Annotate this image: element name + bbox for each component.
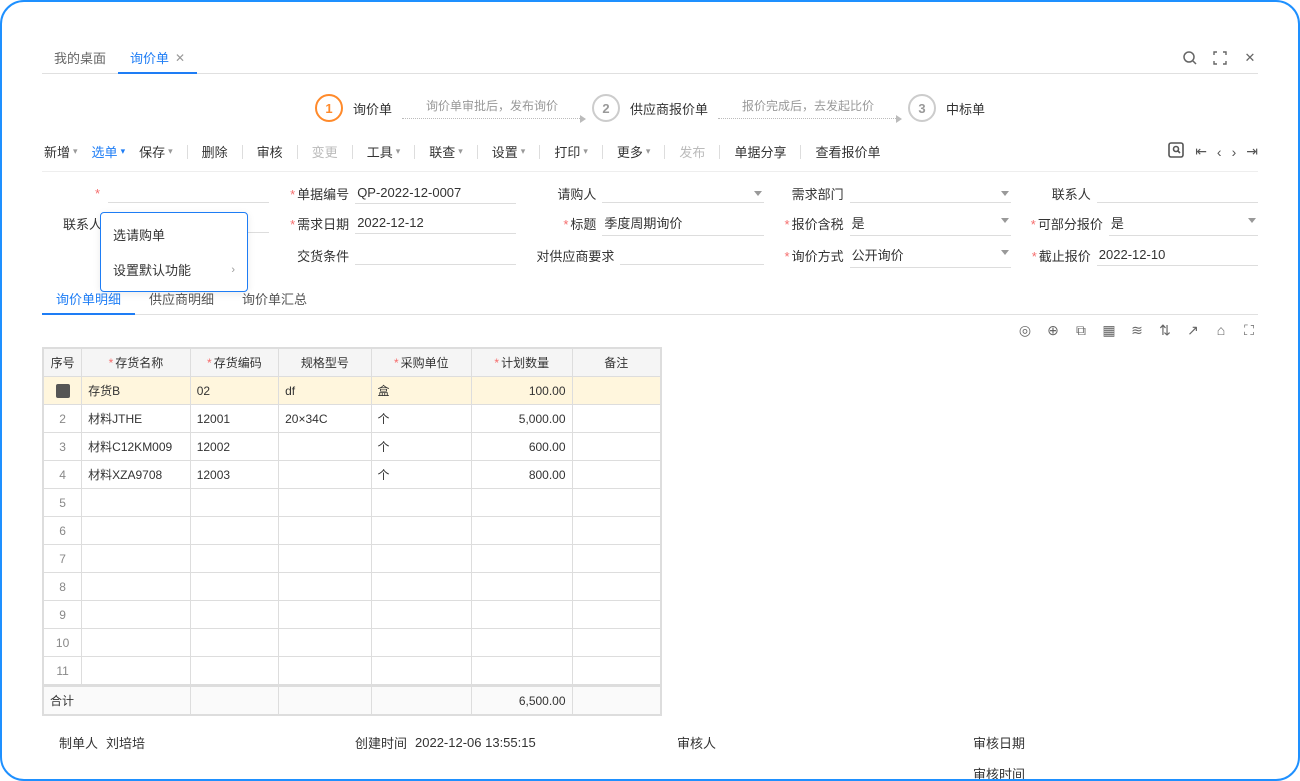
col-name[interactable]: *存货名称: [82, 349, 191, 377]
col-unit[interactable]: *采购单位: [371, 349, 471, 377]
filter-icon[interactable]: ≋: [1128, 321, 1146, 339]
partial-field[interactable]: 是: [1109, 210, 1258, 236]
arrow-icon: [402, 118, 582, 119]
viewquote-button[interactable]: 查看报价单: [815, 142, 880, 161]
step-1: 1 询价单: [315, 94, 392, 122]
tab-inquiry[interactable]: 询价单 ✕: [118, 42, 197, 73]
toolbar: 新增▾ 选单▾ 保存▾ 删除 审核 变更 工具▾ 联查▾ 设置▾ 打印▾ 更多▾…: [42, 136, 1258, 172]
step-2: 2 供应商报价单: [592, 94, 708, 122]
tool-button[interactable]: 工具▾: [367, 142, 401, 161]
arrow-icon: [718, 118, 898, 119]
total-row: 合计 6,500.00: [42, 685, 662, 716]
table-row[interactable]: 9: [44, 601, 661, 629]
last-icon[interactable]: ⇥: [1246, 143, 1258, 160]
dept-field[interactable]: [850, 183, 1011, 203]
step-hint-1: 询价单审批后，发布询价: [426, 97, 558, 114]
add-button[interactable]: 新增▾: [44, 142, 78, 161]
delivery-field[interactable]: [355, 245, 516, 265]
fullscreen-icon[interactable]: [1212, 50, 1228, 66]
adate-value: [1031, 733, 1258, 753]
col-remark[interactable]: 备注: [572, 349, 660, 377]
table-row[interactable]: 2材料JTHE1200120×34C个5,000.00: [44, 405, 661, 433]
lookup-button[interactable]: 联查▾: [429, 142, 463, 161]
sort-icon[interactable]: ⇅: [1156, 321, 1174, 339]
table-row[interactable]: 存货B02df盒100.00: [44, 377, 661, 405]
table-row[interactable]: 4材料XZA970812003个800.00: [44, 461, 661, 489]
home-icon[interactable]: ⌂: [1212, 321, 1230, 339]
supreq-field[interactable]: [620, 245, 763, 265]
select-dropdown: 选请购单 设置默认功能›: [100, 212, 248, 292]
publish-button[interactable]: 发布: [679, 142, 705, 161]
buyer-field[interactable]: [602, 183, 763, 203]
reqdate-field[interactable]: 2022-12-12: [355, 212, 516, 234]
table-row[interactable]: 8: [44, 573, 661, 601]
auditor-value: [722, 733, 949, 753]
ctime-value: 2022-12-06 13:55:15: [413, 732, 640, 753]
dropdown-item-requisition[interactable]: 选请购单: [101, 217, 247, 252]
deadline-field[interactable]: 2022-12-10: [1097, 244, 1258, 266]
footer-form: 制单人刘培培 创建时间2022-12-06 13:55:15 审核人 审核日期 …: [42, 730, 1258, 781]
close-window-icon[interactable]: ✕: [1242, 50, 1258, 66]
tab-bar: 我的桌面 询价单 ✕ ✕: [42, 42, 1258, 74]
dropdown-item-default[interactable]: 设置默认功能›: [101, 252, 247, 287]
next-icon[interactable]: ›: [1232, 144, 1237, 160]
print-button[interactable]: 打印▾: [554, 142, 588, 161]
col-code[interactable]: *存货编码: [190, 349, 278, 377]
col-spec[interactable]: 规格型号: [279, 349, 371, 377]
table-row[interactable]: 3材料C12KM00912002个600.00: [44, 433, 661, 461]
select-button[interactable]: 选单▾: [92, 142, 126, 161]
batch-icon[interactable]: ▦: [1100, 321, 1118, 339]
docno-field[interactable]: QP-2022-12-0007: [355, 182, 516, 204]
first-icon[interactable]: ⇤: [1195, 143, 1207, 160]
delete-button[interactable]: 删除: [202, 142, 228, 161]
setting-button[interactable]: 设置▾: [492, 142, 526, 161]
table-row[interactable]: 11: [44, 657, 661, 685]
col-idx[interactable]: 序号: [44, 349, 82, 377]
tab-desktop[interactable]: 我的桌面: [42, 42, 118, 73]
table-row[interactable]: 5: [44, 489, 661, 517]
search-icon[interactable]: [1182, 50, 1198, 66]
chevron-right-icon: ›: [231, 264, 235, 276]
grid-toolbar: ◎ ⊕ ⧉ ▦ ≋ ⇅ ↗ ⌂ ⛶: [42, 321, 1258, 339]
creator-value: 刘培培: [104, 730, 331, 755]
step-hint-2: 报价完成后，去发起比价: [742, 97, 874, 114]
locate-icon[interactable]: [1167, 141, 1185, 162]
insert-icon[interactable]: ⊕: [1044, 321, 1062, 339]
table-row[interactable]: 7: [44, 545, 661, 573]
share-button[interactable]: 单据分享: [734, 142, 786, 161]
atime-value: [1031, 763, 1258, 781]
copy-icon[interactable]: ⧉: [1072, 321, 1090, 339]
contactperson-field[interactable]: [1097, 183, 1258, 203]
expand-icon[interactable]: ⛶: [1240, 321, 1258, 339]
change-button[interactable]: 变更: [312, 142, 338, 161]
close-icon[interactable]: ✕: [175, 51, 185, 65]
title-field[interactable]: 季度周期询价: [602, 210, 763, 236]
bill-date-field[interactable]: [108, 183, 269, 203]
save-button[interactable]: 保存▾: [139, 142, 173, 161]
pin-icon[interactable]: ◎: [1016, 321, 1034, 339]
method-field[interactable]: 公开询价: [850, 242, 1011, 268]
row-indicator-icon: [56, 384, 70, 398]
col-qty[interactable]: *计划数量: [472, 349, 572, 377]
table-row[interactable]: 6: [44, 517, 661, 545]
detail-table: 序号 *存货名称 *存货编码 规格型号 *采购单位 *计划数量 备注 存货B02…: [42, 347, 662, 686]
steps: 1 询价单 询价单审批后，发布询价 2 供应商报价单 报价完成后，去发起比价 3…: [42, 74, 1258, 136]
table-row[interactable]: 10: [44, 629, 661, 657]
more-button[interactable]: 更多▾: [617, 142, 651, 161]
prev-icon[interactable]: ‹: [1217, 144, 1222, 160]
step-3: 3 中标单: [908, 94, 985, 122]
tax-field[interactable]: 是: [850, 210, 1011, 236]
audit-button[interactable]: 审核: [257, 142, 283, 161]
export-icon[interactable]: ↗: [1184, 321, 1202, 339]
